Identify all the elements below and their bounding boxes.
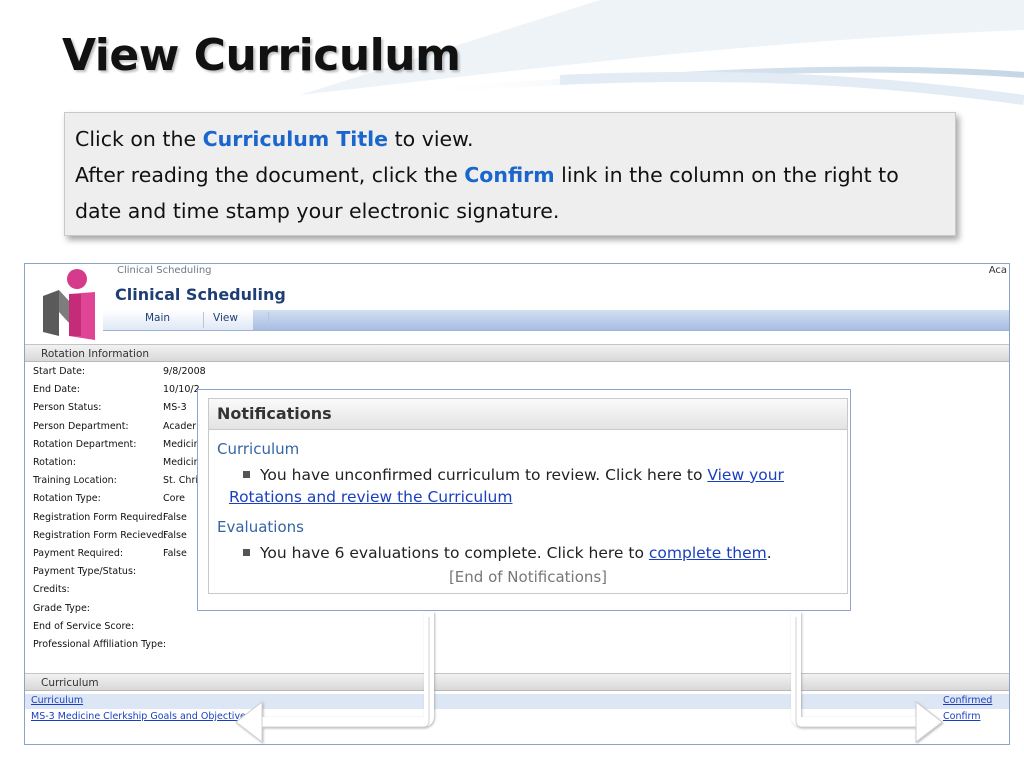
nav-item-view[interactable]: View: [213, 312, 238, 324]
rotation-info-label: Training Location:: [33, 475, 117, 487]
app-header: Clinical Scheduling Aca Clinical Schedul…: [25, 264, 1009, 342]
notif-evaluations-heading: Evaluations: [217, 518, 304, 536]
app-top-label: Clinical Scheduling: [117, 265, 212, 276]
bullet-icon: [243, 549, 250, 556]
curriculum-section-header: Curriculum: [25, 673, 1009, 691]
complete-evaluations-link[interactable]: complete them: [649, 544, 767, 562]
rotation-info-label: Payment Type/Status:: [33, 566, 137, 578]
rotation-info-label: Start Date:: [33, 366, 86, 377]
notif-evaluations-tail: .: [766, 544, 772, 562]
curriculum-table-header: Curriculum Confirmed: [25, 694, 1009, 709]
notif-curriculum-text: You have unconfirmed curriculum to revie…: [260, 466, 708, 484]
notifications-popup: Notifications Curriculum You have unconf…: [197, 389, 851, 611]
app-title: Clinical Scheduling: [115, 285, 286, 304]
rotation-info-label: Rotation Type:: [33, 493, 101, 505]
instruction-text: Click on the: [75, 127, 203, 151]
nav-bar: Main View: [103, 310, 1009, 331]
rotation-info-label: End of Service Score:: [33, 620, 135, 632]
curriculum-title-highlight: Curriculum Title: [202, 127, 389, 151]
rotation-info-label: Rotation Department:: [33, 438, 137, 450]
instruction-line-1: Click on the Curriculum Title to view.: [75, 121, 945, 157]
rotation-info-label: End Date:: [33, 384, 80, 396]
rotation-info-label: Rotation:: [33, 457, 76, 468]
instruction-text: to view.: [388, 127, 474, 151]
instruction-line-2: After reading the document, click the Co…: [75, 157, 945, 229]
confirm-highlight: Confirm: [464, 163, 555, 187]
rotation-info-label: Professional Affiliation Type:: [33, 639, 167, 650]
nav-separator: [268, 312, 269, 328]
rotation-info-value: 9/8/2008: [163, 366, 206, 377]
rotation-info-label: Grade Type:: [33, 602, 91, 614]
curriculum-row: MS-3 Medicine Clerkship Goals and Object…: [25, 710, 1009, 725]
nav-band: [253, 310, 1009, 330]
notif-evaluations-text: You have 6 evaluations to complete. Clic…: [260, 544, 649, 562]
rotation-info-label: Registration Form Recieved:: [33, 529, 167, 541]
instruction-text: After reading the document, click the: [75, 163, 465, 187]
notif-evaluations-item: You have 6 evaluations to complete. Clic…: [229, 542, 839, 564]
notif-end-label: [End of Notifications]: [448, 568, 608, 586]
instruction-callout: Click on the Curriculum Title to view. A…: [64, 112, 956, 236]
slide-title: View Curriculum: [62, 30, 461, 81]
rotation-info-label: Person Department:: [33, 420, 129, 432]
rotation-info-label: Registration Form Required:: [33, 511, 166, 523]
app-logo-icon: [43, 269, 95, 340]
bullet-icon: [243, 471, 250, 478]
app-right-label: Aca: [988, 265, 1007, 276]
rotation-info-label: Payment Required:: [33, 548, 124, 559]
curriculum-column-link[interactable]: Curriculum: [31, 695, 83, 706]
confirm-link[interactable]: Confirm: [943, 711, 980, 722]
rotation-info-label: Person Status:: [33, 402, 102, 414]
rotation-information-header: Rotation Information: [25, 344, 1009, 362]
notifications-panel: Notifications Curriculum You have unconf…: [208, 398, 848, 594]
confirmed-column-link[interactable]: Confirmed: [943, 695, 992, 706]
rotation-info-label: Credits:: [33, 584, 70, 596]
nav-separator: [203, 312, 204, 328]
notifications-title: Notifications: [209, 399, 847, 430]
curriculum-title-link[interactable]: MS-3 Medicine Clerkship Goals and Object…: [31, 711, 251, 722]
notif-curriculum-item: You have unconfirmed curriculum to revie…: [229, 464, 839, 508]
nav-item-main[interactable]: Main: [145, 312, 170, 324]
notif-curriculum-heading: Curriculum: [217, 440, 300, 458]
